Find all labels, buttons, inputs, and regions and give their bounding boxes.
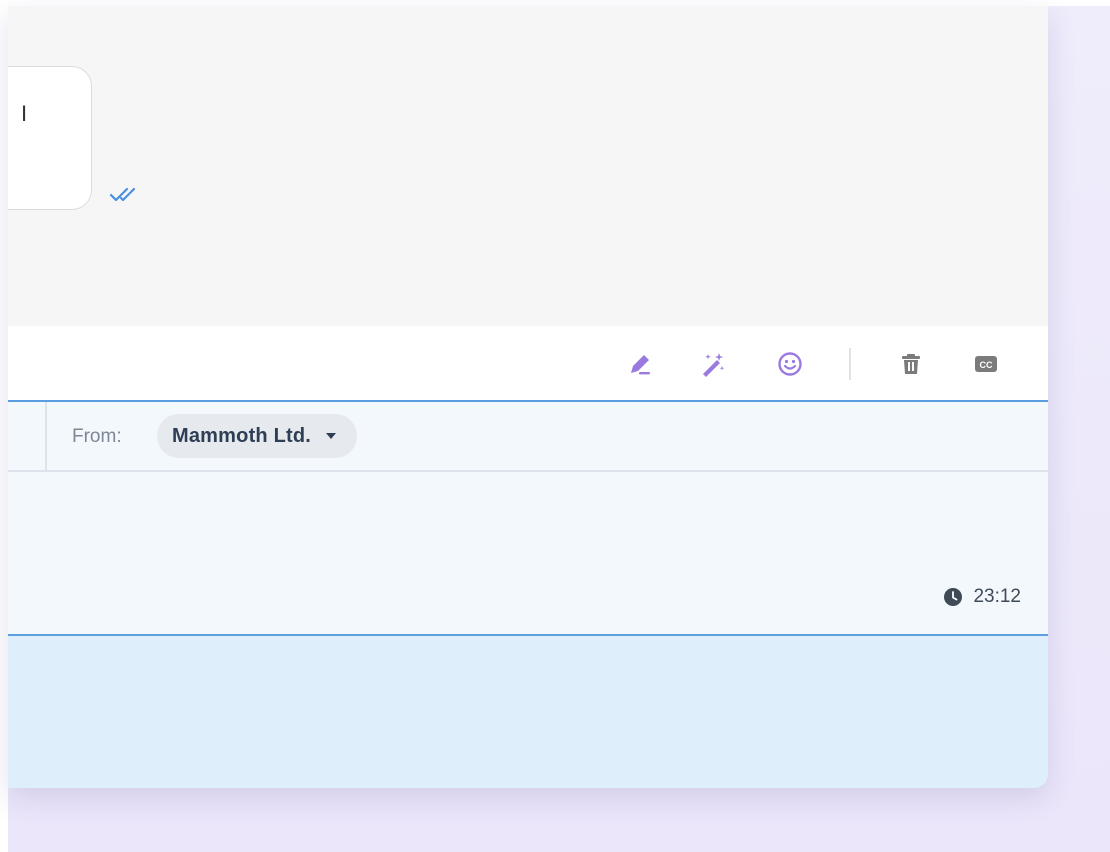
emoji-button[interactable] [776,350,804,378]
chat-window: I CC From: Mammoth Ltd. 23:12 [8,6,1048,788]
toolbar-divider [849,348,851,380]
magic-wand-icon [703,353,725,377]
double-check-icon [109,187,136,202]
from-row: From: Mammoth Ltd. [8,402,1048,472]
from-row-divider [45,402,47,470]
from-select[interactable]: Mammoth Ltd. [157,414,358,458]
pencil-icon [631,355,650,375]
time-text: 23:12 [973,586,1021,607]
from-value: Mammoth Ltd. [172,424,312,447]
ai-assist-button[interactable] [698,350,726,378]
message-bubble[interactable]: I [8,66,92,210]
cc-button[interactable]: CC [972,350,1000,378]
delete-button[interactable] [897,350,925,378]
smiley-icon [778,352,802,376]
closed-caption-icon: CC [975,356,997,372]
edit-button[interactable] [626,350,654,378]
footer-area [8,636,1048,788]
message-text: I [21,101,28,126]
clock-icon [944,588,963,606]
compose-toolbar: CC [8,326,1048,402]
from-label: From: [72,426,122,447]
chat-history[interactable]: I [8,6,1048,326]
trash-icon [902,354,920,374]
timestamp: 23:12 [943,586,1021,608]
svg-text:CC: CC [980,360,993,370]
compose-input[interactable]: 23:12 [8,472,1048,636]
caret-down-icon [326,433,337,439]
